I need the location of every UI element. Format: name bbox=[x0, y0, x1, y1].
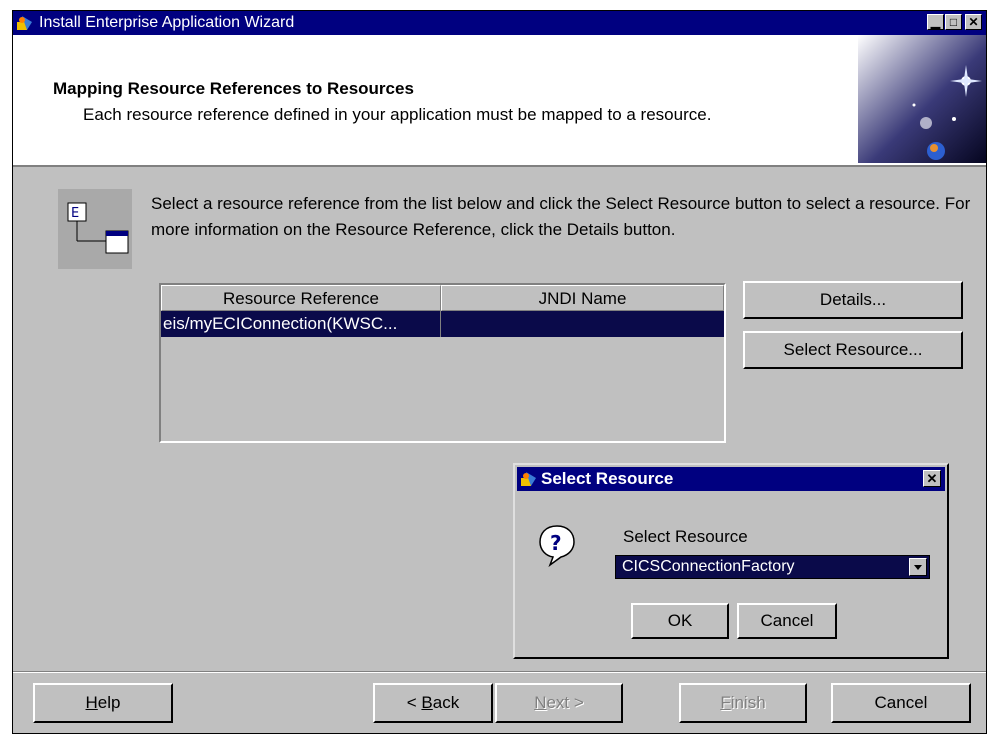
select-resource-button[interactable]: Select Resource... bbox=[743, 331, 963, 369]
cell-jndi-name bbox=[441, 311, 724, 337]
resource-select[interactable]: CICSConnectionFactory bbox=[615, 555, 930, 579]
page-title: Mapping Resource References to Resources bbox=[53, 79, 414, 98]
starfield-graphic bbox=[858, 35, 986, 163]
cancel-button[interactable]: Cancel bbox=[831, 683, 971, 723]
chevron-down-icon[interactable] bbox=[909, 558, 927, 576]
column-header-resource-reference[interactable]: Resource Reference bbox=[161, 285, 441, 311]
help-label: elp bbox=[97, 693, 121, 712]
back-label: ack bbox=[432, 693, 460, 712]
dialog-close-icon[interactable]: ✕ bbox=[923, 470, 941, 487]
page-subtitle: Each resource reference defined in your … bbox=[83, 105, 712, 124]
next-button[interactable]: Next > bbox=[495, 683, 623, 723]
install-wizard-window: Install Enterprise Application Wizard ▁ … bbox=[12, 10, 987, 734]
svg-text:E: E bbox=[71, 206, 79, 221]
minimize-icon[interactable]: ▁ bbox=[927, 14, 944, 30]
title-bar[interactable]: Install Enterprise Application Wizard ▁ … bbox=[13, 11, 986, 35]
ok-button[interactable]: OK bbox=[631, 603, 729, 639]
column-header-jndi-name[interactable]: JNDI Name bbox=[441, 285, 724, 311]
java-app-icon bbox=[17, 16, 32, 30]
next-label: ext > bbox=[546, 693, 584, 712]
dialog-title: Select Resource bbox=[541, 469, 674, 488]
svg-text:?: ? bbox=[550, 531, 562, 555]
table-row[interactable]: eis/myECIConnection(KWSC... bbox=[161, 311, 724, 337]
select-resource-dialog: Select Resource ✕ ? Select Resource CICS… bbox=[513, 463, 949, 659]
maximize-icon[interactable]: □ bbox=[945, 14, 962, 30]
back-button[interactable]: < Back bbox=[373, 683, 493, 723]
instructions-text: Select a resource reference from the lis… bbox=[151, 194, 971, 239]
details-button[interactable]: Details... bbox=[743, 281, 963, 319]
select-resource-label: Select Resource bbox=[623, 527, 748, 546]
close-icon[interactable]: ✕ bbox=[965, 14, 982, 30]
dropdown-arrow-icon bbox=[914, 565, 922, 570]
question-icon: ? bbox=[539, 525, 575, 567]
back-mnemonic: B bbox=[421, 693, 433, 712]
resource-tree-icon: E bbox=[67, 202, 129, 254]
dialog-title-bar[interactable]: Select Resource ✕ bbox=[517, 467, 945, 491]
dialog-cancel-button[interactable]: Cancel bbox=[737, 603, 837, 639]
resource-mapping-icon: E bbox=[58, 189, 132, 269]
wizard-header: Mapping Resource References to Resources… bbox=[13, 35, 986, 167]
resource-select-value: CICSConnectionFactory bbox=[622, 558, 795, 575]
finish-button[interactable]: Finish bbox=[679, 683, 807, 723]
window-title: Install Enterprise Application Wizard bbox=[39, 14, 295, 31]
back-prefix: < bbox=[406, 693, 422, 712]
resource-reference-table[interactable]: Resource Reference JNDI Name eis/myECICo… bbox=[159, 283, 726, 443]
finish-label: inish bbox=[730, 693, 766, 712]
finish-mnemonic: F bbox=[720, 693, 731, 712]
help-mnemonic: H bbox=[85, 693, 98, 712]
next-mnemonic: N bbox=[534, 693, 547, 712]
footer-divider bbox=[13, 671, 986, 673]
java-app-icon bbox=[521, 472, 536, 486]
help-button[interactable]: Help bbox=[33, 683, 173, 723]
cell-resource-reference: eis/myECIConnection(KWSC... bbox=[161, 311, 441, 337]
